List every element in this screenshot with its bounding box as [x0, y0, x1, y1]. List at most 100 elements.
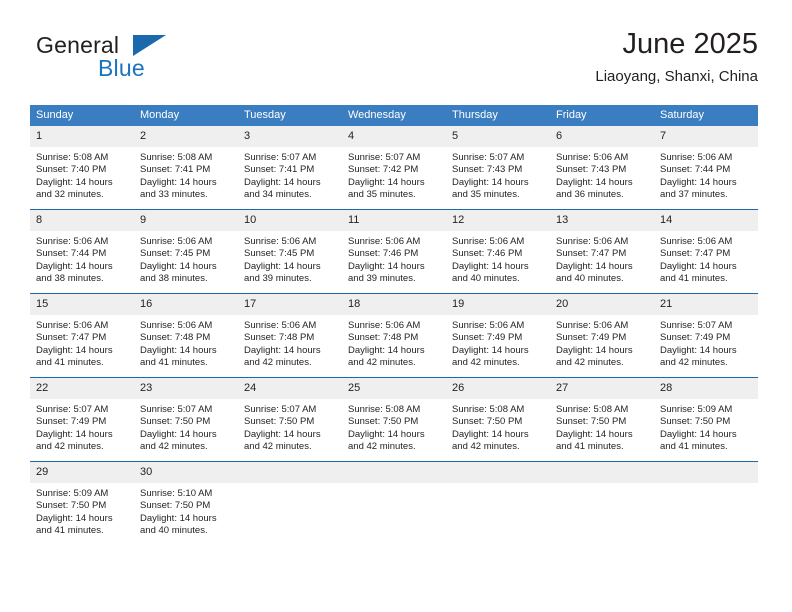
sunset-text: Sunset: 7:49 PM — [660, 332, 731, 344]
calendar-week-row: 1 Sunrise: 5:08 AM Sunset: 7:40 PM Dayli… — [30, 126, 758, 210]
weekday-header-sunday: Sunday — [30, 105, 134, 126]
day-cell[interactable]: 9 Sunrise: 5:06 AM Sunset: 7:45 PM Dayli… — [134, 209, 238, 294]
day-cell[interactable]: 19 Sunrise: 5:06 AM Sunset: 7:49 PM Dayl… — [446, 293, 550, 378]
brand-name-blue: Blue — [98, 55, 145, 81]
calendar-week-row: 8 Sunrise: 5:06 AM Sunset: 7:44 PM Dayli… — [30, 209, 758, 294]
day-cell[interactable]: 1 Sunrise: 5:08 AM Sunset: 7:40 PM Dayli… — [30, 126, 134, 210]
day-cell[interactable]: 28 Sunrise: 5:09 AM Sunset: 7:50 PM Dayl… — [654, 377, 758, 462]
day-cell[interactable]: 14 Sunrise: 5:06 AM Sunset: 7:47 PM Dayl… — [654, 209, 758, 294]
sunset-text: Sunset: 7:40 PM — [36, 164, 107, 176]
day-cell[interactable]: 17 Sunrise: 5:06 AM Sunset: 7:48 PM Dayl… — [238, 293, 342, 378]
day-cell[interactable]: 7 Sunrise: 5:06 AM Sunset: 7:44 PM Dayli… — [654, 126, 758, 210]
daylight-text-line1: Daylight: 14 hours — [244, 428, 321, 440]
day-cell[interactable]: 2 Sunrise: 5:08 AM Sunset: 7:41 PM Dayli… — [134, 126, 238, 210]
day-number: 14 — [654, 210, 758, 231]
day-details: Sunrise: 5:10 AM Sunset: 7:50 PM Dayligh… — [134, 483, 238, 538]
day-cell[interactable]: 16 Sunrise: 5:06 AM Sunset: 7:48 PM Dayl… — [134, 293, 238, 378]
daylight-text-line1: Daylight: 14 hours — [556, 428, 633, 440]
weekday-header-saturday: Saturday — [654, 105, 758, 126]
daylight-text-line2: and 34 minutes. — [244, 189, 312, 201]
day-cell[interactable]: 27 Sunrise: 5:08 AM Sunset: 7:50 PM Dayl… — [550, 377, 654, 462]
sunset-text: Sunset: 7:50 PM — [244, 416, 315, 428]
day-cell[interactable]: 22 Sunrise: 5:07 AM Sunset: 7:49 PM Dayl… — [30, 377, 134, 462]
sunset-text: Sunset: 7:49 PM — [452, 332, 523, 344]
weekday-header-monday: Monday — [134, 105, 238, 126]
day-cell[interactable]: 20 Sunrise: 5:06 AM Sunset: 7:49 PM Dayl… — [550, 293, 654, 378]
calendar-body: 1 Sunrise: 5:08 AM Sunset: 7:40 PM Dayli… — [30, 126, 758, 545]
day-details: Sunrise: 5:06 AM Sunset: 7:49 PM Dayligh… — [550, 315, 654, 370]
sunrise-text: Sunrise: 5:06 AM — [556, 236, 629, 247]
day-details: Sunrise: 5:06 AM Sunset: 7:47 PM Dayligh… — [550, 231, 654, 286]
daylight-text-line2: and 42 minutes. — [660, 357, 728, 369]
daylight-text-line2: and 42 minutes. — [556, 357, 624, 369]
day-cell[interactable]: 25 Sunrise: 5:08 AM Sunset: 7:50 PM Dayl… — [342, 377, 446, 462]
sunrise-text: Sunrise: 5:07 AM — [244, 404, 317, 415]
day-cell[interactable]: 13 Sunrise: 5:06 AM Sunset: 7:47 PM Dayl… — [550, 209, 654, 294]
general-blue-logo[interactable]: General Blue — [36, 32, 256, 90]
day-cell-empty — [446, 461, 550, 545]
page-header: General Blue June 2025 Liaoyang, Shanxi,… — [30, 26, 758, 98]
sunset-text: Sunset: 7:46 PM — [348, 248, 419, 260]
sunrise-text: Sunrise: 5:09 AM — [660, 404, 733, 415]
day-cell[interactable]: 26 Sunrise: 5:08 AM Sunset: 7:50 PM Dayl… — [446, 377, 550, 462]
day-details: Sunrise: 5:09 AM Sunset: 7:50 PM Dayligh… — [30, 483, 134, 538]
day-cell[interactable]: 4 Sunrise: 5:07 AM Sunset: 7:42 PM Dayli… — [342, 126, 446, 210]
daylight-text-line1: Daylight: 14 hours — [36, 428, 113, 440]
day-number: 22 — [30, 378, 134, 399]
day-cell[interactable]: 11 Sunrise: 5:06 AM Sunset: 7:46 PM Dayl… — [342, 209, 446, 294]
day-details: Sunrise: 5:07 AM Sunset: 7:50 PM Dayligh… — [238, 399, 342, 454]
sunset-text: Sunset: 7:49 PM — [36, 416, 107, 428]
day-cell[interactable]: 24 Sunrise: 5:07 AM Sunset: 7:50 PM Dayl… — [238, 377, 342, 462]
sunset-text: Sunset: 7:43 PM — [556, 164, 627, 176]
calendar-week-row: 29 Sunrise: 5:09 AM Sunset: 7:50 PM Dayl… — [30, 461, 758, 545]
daylight-text-line2: and 39 minutes. — [348, 273, 416, 285]
day-cell[interactable]: 29 Sunrise: 5:09 AM Sunset: 7:50 PM Dayl… — [30, 461, 134, 545]
day-cell[interactable]: 18 Sunrise: 5:06 AM Sunset: 7:48 PM Dayl… — [342, 293, 446, 378]
daylight-text-line1: Daylight: 14 hours — [140, 344, 217, 356]
daylight-text-line1: Daylight: 14 hours — [556, 176, 633, 188]
day-number — [654, 462, 758, 483]
daylight-text-line2: and 35 minutes. — [348, 189, 416, 201]
day-cell[interactable]: 12 Sunrise: 5:06 AM Sunset: 7:46 PM Dayl… — [446, 209, 550, 294]
sunrise-text: Sunrise: 5:07 AM — [348, 152, 421, 163]
daylight-text-line1: Daylight: 14 hours — [556, 260, 633, 272]
daylight-text-line1: Daylight: 14 hours — [660, 260, 737, 272]
day-details: Sunrise: 5:08 AM Sunset: 7:40 PM Dayligh… — [30, 147, 134, 202]
day-number: 24 — [238, 378, 342, 399]
weekday-header-friday: Friday — [550, 105, 654, 126]
day-cell-empty — [342, 461, 446, 545]
day-cell[interactable]: 5 Sunrise: 5:07 AM Sunset: 7:43 PM Dayli… — [446, 126, 550, 210]
daylight-text-line1: Daylight: 14 hours — [36, 344, 113, 356]
day-cell[interactable]: 10 Sunrise: 5:06 AM Sunset: 7:45 PM Dayl… — [238, 209, 342, 294]
day-cell[interactable]: 21 Sunrise: 5:07 AM Sunset: 7:49 PM Dayl… — [654, 293, 758, 378]
daylight-text-line2: and 40 minutes. — [452, 273, 520, 285]
sunrise-text: Sunrise: 5:06 AM — [452, 236, 525, 247]
sunrise-text: Sunrise: 5:06 AM — [36, 236, 109, 247]
sunset-text: Sunset: 7:50 PM — [140, 500, 211, 512]
sunrise-text: Sunrise: 5:09 AM — [36, 488, 109, 499]
day-cell[interactable]: 23 Sunrise: 5:07 AM Sunset: 7:50 PM Dayl… — [134, 377, 238, 462]
day-details: Sunrise: 5:06 AM Sunset: 7:47 PM Dayligh… — [30, 315, 134, 370]
daylight-text-line2: and 35 minutes. — [452, 189, 520, 201]
sunrise-text: Sunrise: 5:06 AM — [140, 320, 213, 331]
daylight-text-line2: and 38 minutes. — [140, 273, 208, 285]
sunset-text: Sunset: 7:49 PM — [556, 332, 627, 344]
day-details: Sunrise: 5:06 AM Sunset: 7:49 PM Dayligh… — [446, 315, 550, 370]
sunrise-text: Sunrise: 5:07 AM — [36, 404, 109, 415]
daylight-text-line1: Daylight: 14 hours — [244, 176, 321, 188]
day-details: Sunrise: 5:06 AM Sunset: 7:45 PM Dayligh… — [238, 231, 342, 286]
day-cell[interactable]: 6 Sunrise: 5:06 AM Sunset: 7:43 PM Dayli… — [550, 126, 654, 210]
daylight-text-line2: and 42 minutes. — [348, 357, 416, 369]
day-number: 1 — [30, 126, 134, 147]
day-cell[interactable]: 15 Sunrise: 5:06 AM Sunset: 7:47 PM Dayl… — [30, 293, 134, 378]
daylight-text-line1: Daylight: 14 hours — [660, 344, 737, 356]
day-details: Sunrise: 5:07 AM Sunset: 7:41 PM Dayligh… — [238, 147, 342, 202]
day-number: 26 — [446, 378, 550, 399]
day-number: 18 — [342, 294, 446, 315]
day-cell[interactable]: 3 Sunrise: 5:07 AM Sunset: 7:41 PM Dayli… — [238, 126, 342, 210]
daylight-text-line1: Daylight: 14 hours — [452, 344, 529, 356]
daylight-text-line1: Daylight: 14 hours — [36, 176, 113, 188]
day-cell[interactable]: 30 Sunrise: 5:10 AM Sunset: 7:50 PM Dayl… — [134, 461, 238, 545]
day-cell[interactable]: 8 Sunrise: 5:06 AM Sunset: 7:44 PM Dayli… — [30, 209, 134, 294]
day-cell-empty — [654, 461, 758, 545]
